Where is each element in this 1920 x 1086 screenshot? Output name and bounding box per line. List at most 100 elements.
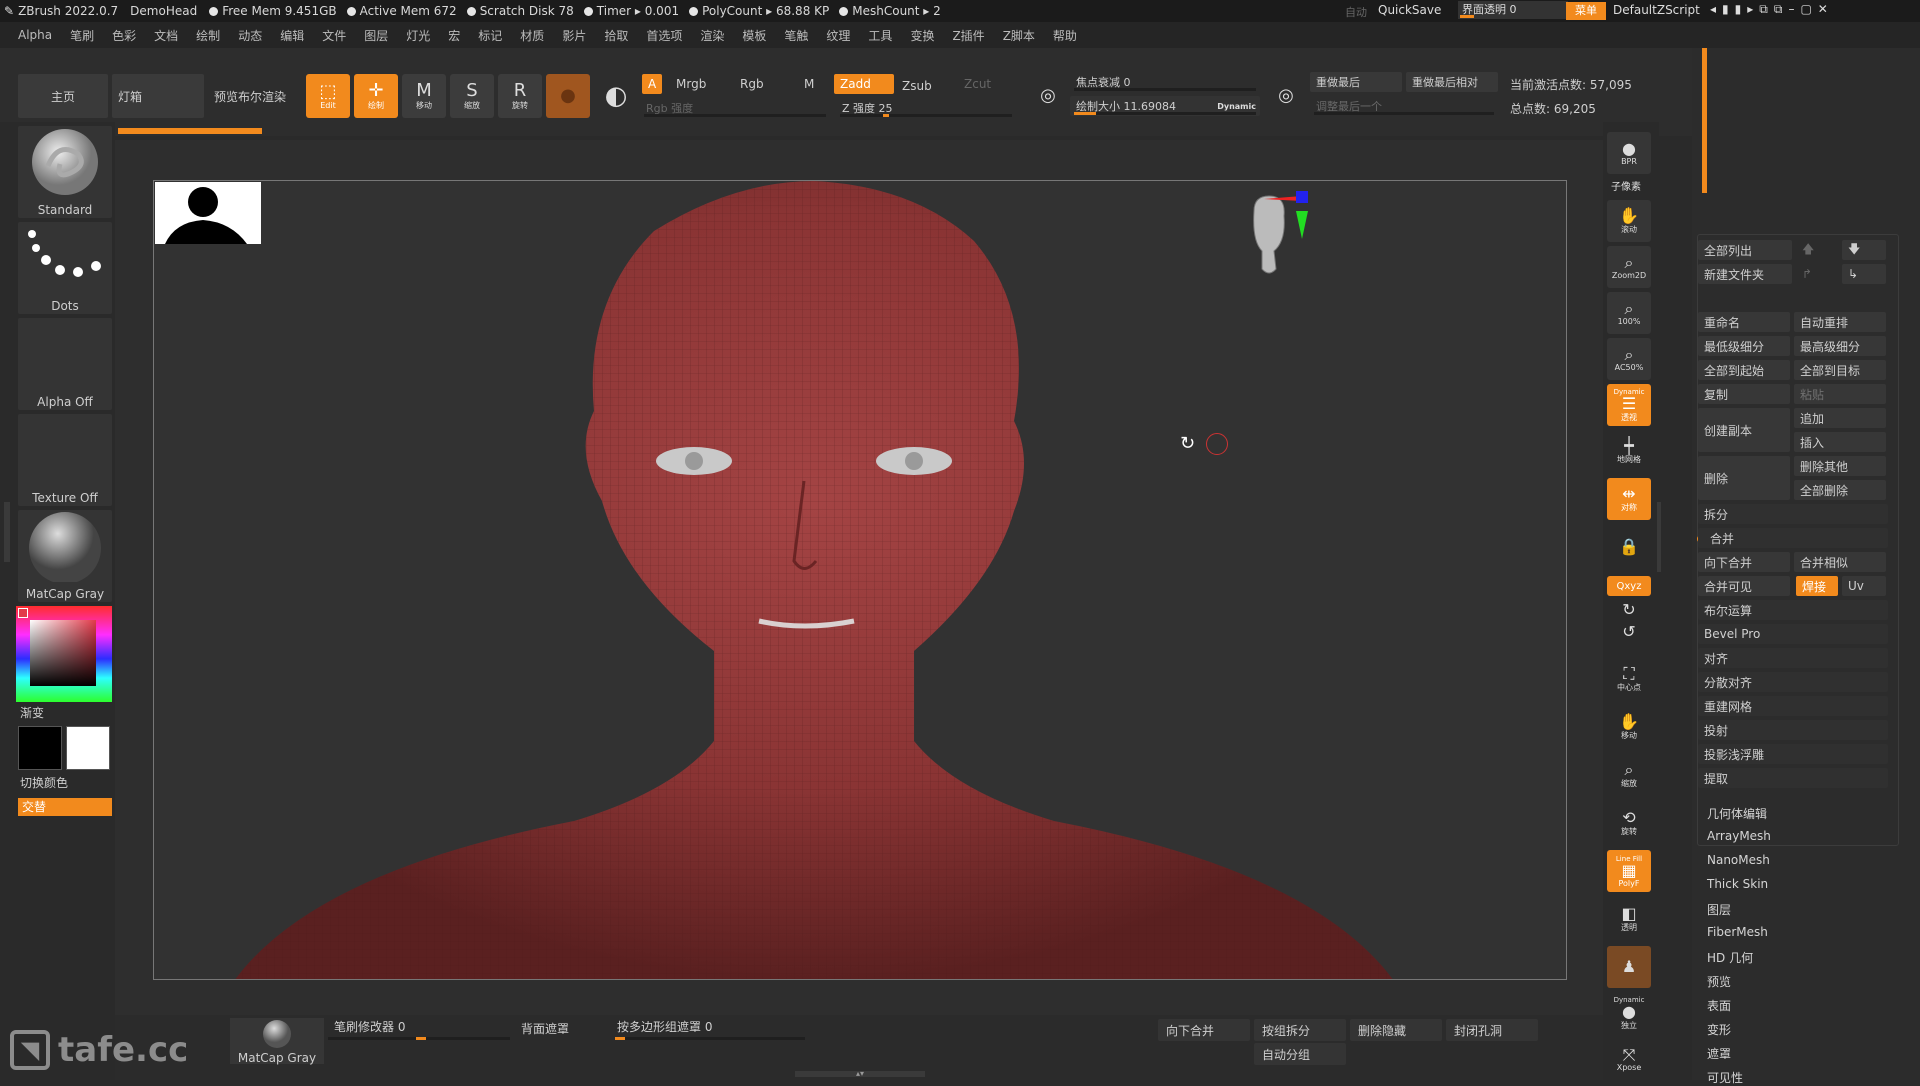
- bpr-button[interactable]: ● BPR: [1607, 132, 1651, 174]
- menu-item[interactable]: 首选项: [646, 27, 682, 44]
- xyz-rotate-button[interactable]: Qxyz: [1607, 576, 1651, 596]
- split-section[interactable]: 拆分: [1698, 504, 1888, 524]
- menu-item[interactable]: 图层: [364, 27, 388, 44]
- stroke-picker[interactable]: Dots: [18, 222, 112, 314]
- menu-nanomesh[interactable]: NanoMesh: [1707, 853, 1770, 867]
- menu-surface[interactable]: 表面: [1707, 997, 1731, 1014]
- reference-thumbnail[interactable]: [155, 182, 261, 244]
- copy-button[interactable]: 复制: [1698, 384, 1790, 404]
- append-button[interactable]: 追加: [1794, 408, 1886, 428]
- head-model[interactable]: [154, 181, 1567, 980]
- mrgb-toggle[interactable]: Mrgb: [670, 74, 712, 94]
- actual-size-button[interactable]: ⌕ 100%: [1607, 292, 1651, 334]
- menu-item[interactable]: Alpha: [18, 28, 52, 42]
- prev-layout-icon[interactable]: ◂▮: [1710, 2, 1735, 16]
- bottom-merge-down-button[interactable]: 向下合并: [1158, 1019, 1250, 1041]
- symmetry-button[interactable]: ⇹ 对称: [1607, 478, 1651, 520]
- menu-item[interactable]: 笔刷: [70, 27, 94, 44]
- mrgb-sphere-button[interactable]: ◐: [594, 74, 638, 118]
- bottom-tray-handle[interactable]: ▴▾: [795, 1070, 925, 1078]
- right-tray-handle[interactable]: [1657, 502, 1661, 572]
- alternate-toggle[interactable]: 交替: [18, 798, 112, 816]
- menu-masking[interactable]: 遮罩: [1707, 1045, 1731, 1062]
- backface-mask-button[interactable]: 背面遮罩: [521, 1020, 569, 1037]
- all-to-start-button[interactable]: 全部到起始: [1698, 360, 1790, 380]
- close-icon[interactable]: ✕: [1818, 2, 1834, 16]
- bottom-material-picker[interactable]: MatCap Gray: [230, 1018, 324, 1065]
- ghost-button[interactable]: ♟: [1607, 946, 1651, 988]
- list-all-button[interactable]: 全部列出: [1698, 240, 1792, 260]
- menu-geometry[interactable]: 几何体编辑: [1707, 805, 1767, 822]
- highest-subdiv-button[interactable]: 最高级细分: [1794, 336, 1886, 356]
- texture-picker[interactable]: Texture Off: [18, 414, 112, 506]
- menu-visibility[interactable]: 可见性: [1707, 1069, 1743, 1086]
- panel-scrollbar[interactable]: [1702, 48, 1707, 193]
- edit-button[interactable]: ⬚ Edit: [306, 74, 350, 118]
- menu-item[interactable]: 绘制: [196, 27, 220, 44]
- brush-modifier-slider[interactable]: 笔刷修改器 0: [328, 1018, 510, 1040]
- xpose-button[interactable]: ⤧ Xpose: [1607, 1038, 1651, 1080]
- material-swatch-button[interactable]: ●: [546, 74, 590, 118]
- weld-toggle[interactable]: 焊接: [1796, 576, 1838, 596]
- menu-deformation[interactable]: 变形: [1707, 1021, 1731, 1038]
- menu-toggle-button[interactable]: 菜单: [1566, 2, 1606, 20]
- lazy-mouse-d-button[interactable]: ◎: [1268, 78, 1304, 114]
- zoom2d-button[interactable]: ⌕ Zoom2D: [1607, 246, 1651, 288]
- merge-similar-button[interactable]: 合并相似: [1794, 552, 1886, 572]
- menu-item[interactable]: 动态: [238, 27, 262, 44]
- minimize-icon[interactable]: –: [1788, 2, 1800, 16]
- menu-item[interactable]: 模板: [742, 27, 766, 44]
- navigation-gizmo[interactable]: [1224, 191, 1314, 291]
- menu-item[interactable]: 标记: [478, 27, 502, 44]
- merge-down-button[interactable]: 向下合并: [1698, 552, 1790, 572]
- antialias-half-button[interactable]: ⌕ AC50%: [1607, 338, 1651, 380]
- zcut-toggle[interactable]: Zcut: [958, 74, 997, 94]
- menu-item[interactable]: 色彩: [112, 27, 136, 44]
- local-lock-button[interactable]: 🔒: [1607, 526, 1651, 568]
- lazy-mouse-s-button[interactable]: ◎: [1030, 78, 1066, 114]
- rgb-toggle[interactable]: Rgb: [734, 74, 770, 94]
- uv-toggle[interactable]: Uv: [1842, 576, 1886, 596]
- scale-button[interactable]: S 缩放: [450, 74, 494, 118]
- project-bas-relief-section[interactable]: 投影浅浮雕: [1698, 744, 1888, 764]
- material-picker[interactable]: MatCap Gray: [18, 510, 112, 602]
- menu-item[interactable]: 变换: [910, 27, 934, 44]
- rotate-button[interactable]: R 旋转: [498, 74, 542, 118]
- auto-reorder-button[interactable]: 自动重排: [1794, 312, 1886, 332]
- close-holes-button[interactable]: 封闭孔洞: [1446, 1019, 1538, 1041]
- scroll-button[interactable]: ✋ 滚动: [1607, 200, 1651, 242]
- rotate-z-button[interactable]: ↺: [1607, 622, 1651, 642]
- project-section[interactable]: 投射: [1698, 720, 1888, 740]
- all-to-target-button[interactable]: 全部到目标: [1794, 360, 1886, 380]
- frame-button[interactable]: ⛶ 中心点: [1607, 658, 1651, 700]
- m-toggle[interactable]: M: [798, 74, 820, 94]
- secondary-color-swatch[interactable]: [66, 726, 110, 770]
- draw-size-slider[interactable]: 绘制大小 11.69084 Dynamic: [1070, 96, 1260, 116]
- menu-item[interactable]: 工具: [868, 27, 892, 44]
- brush-picker[interactable]: Standard: [18, 126, 112, 218]
- main-color-swatch[interactable]: [18, 726, 62, 770]
- menu-item[interactable]: 灯光: [406, 27, 430, 44]
- delete-button[interactable]: 删除: [1698, 456, 1790, 500]
- menu-preview[interactable]: 预览: [1707, 973, 1731, 990]
- quicksave-button[interactable]: QuickSave: [1378, 3, 1441, 17]
- polygroup-mask-slider[interactable]: 按多边形组遮罩 0: [615, 1018, 805, 1040]
- remesh-section[interactable]: 重建网格: [1698, 696, 1888, 716]
- auto-groups-button[interactable]: 自动分组: [1254, 1043, 1346, 1065]
- bevel-pro-section[interactable]: Bevel Pro: [1698, 624, 1888, 644]
- viewport[interactable]: ↻: [115, 140, 1603, 1015]
- draw-size-dynamic[interactable]: Dynamic: [1217, 102, 1256, 111]
- menu-item[interactable]: 纹理: [826, 27, 850, 44]
- perspective-button[interactable]: Dynamic ☰ 透视: [1607, 384, 1651, 426]
- redo-last-relative-button[interactable]: 重做最后相对: [1406, 72, 1498, 92]
- tab-preview-boolean[interactable]: 预览布尔渲染: [208, 74, 292, 118]
- menu-arraymesh[interactable]: ArrayMesh: [1707, 829, 1771, 843]
- tab-home[interactable]: 主页: [18, 74, 108, 118]
- solo-button[interactable]: Dynamic ● 独立: [1607, 992, 1651, 1034]
- draw-button[interactable]: ✛ 绘制: [354, 74, 398, 118]
- rename-button[interactable]: 重命名: [1698, 312, 1790, 332]
- delete-all-button[interactable]: 全部删除: [1794, 480, 1886, 500]
- ui-transparency-slider[interactable]: 界面透明 0: [1458, 1, 1568, 19]
- tab-lightbox[interactable]: 灯箱: [112, 74, 204, 118]
- distribute-section[interactable]: 分散对齐: [1698, 672, 1888, 692]
